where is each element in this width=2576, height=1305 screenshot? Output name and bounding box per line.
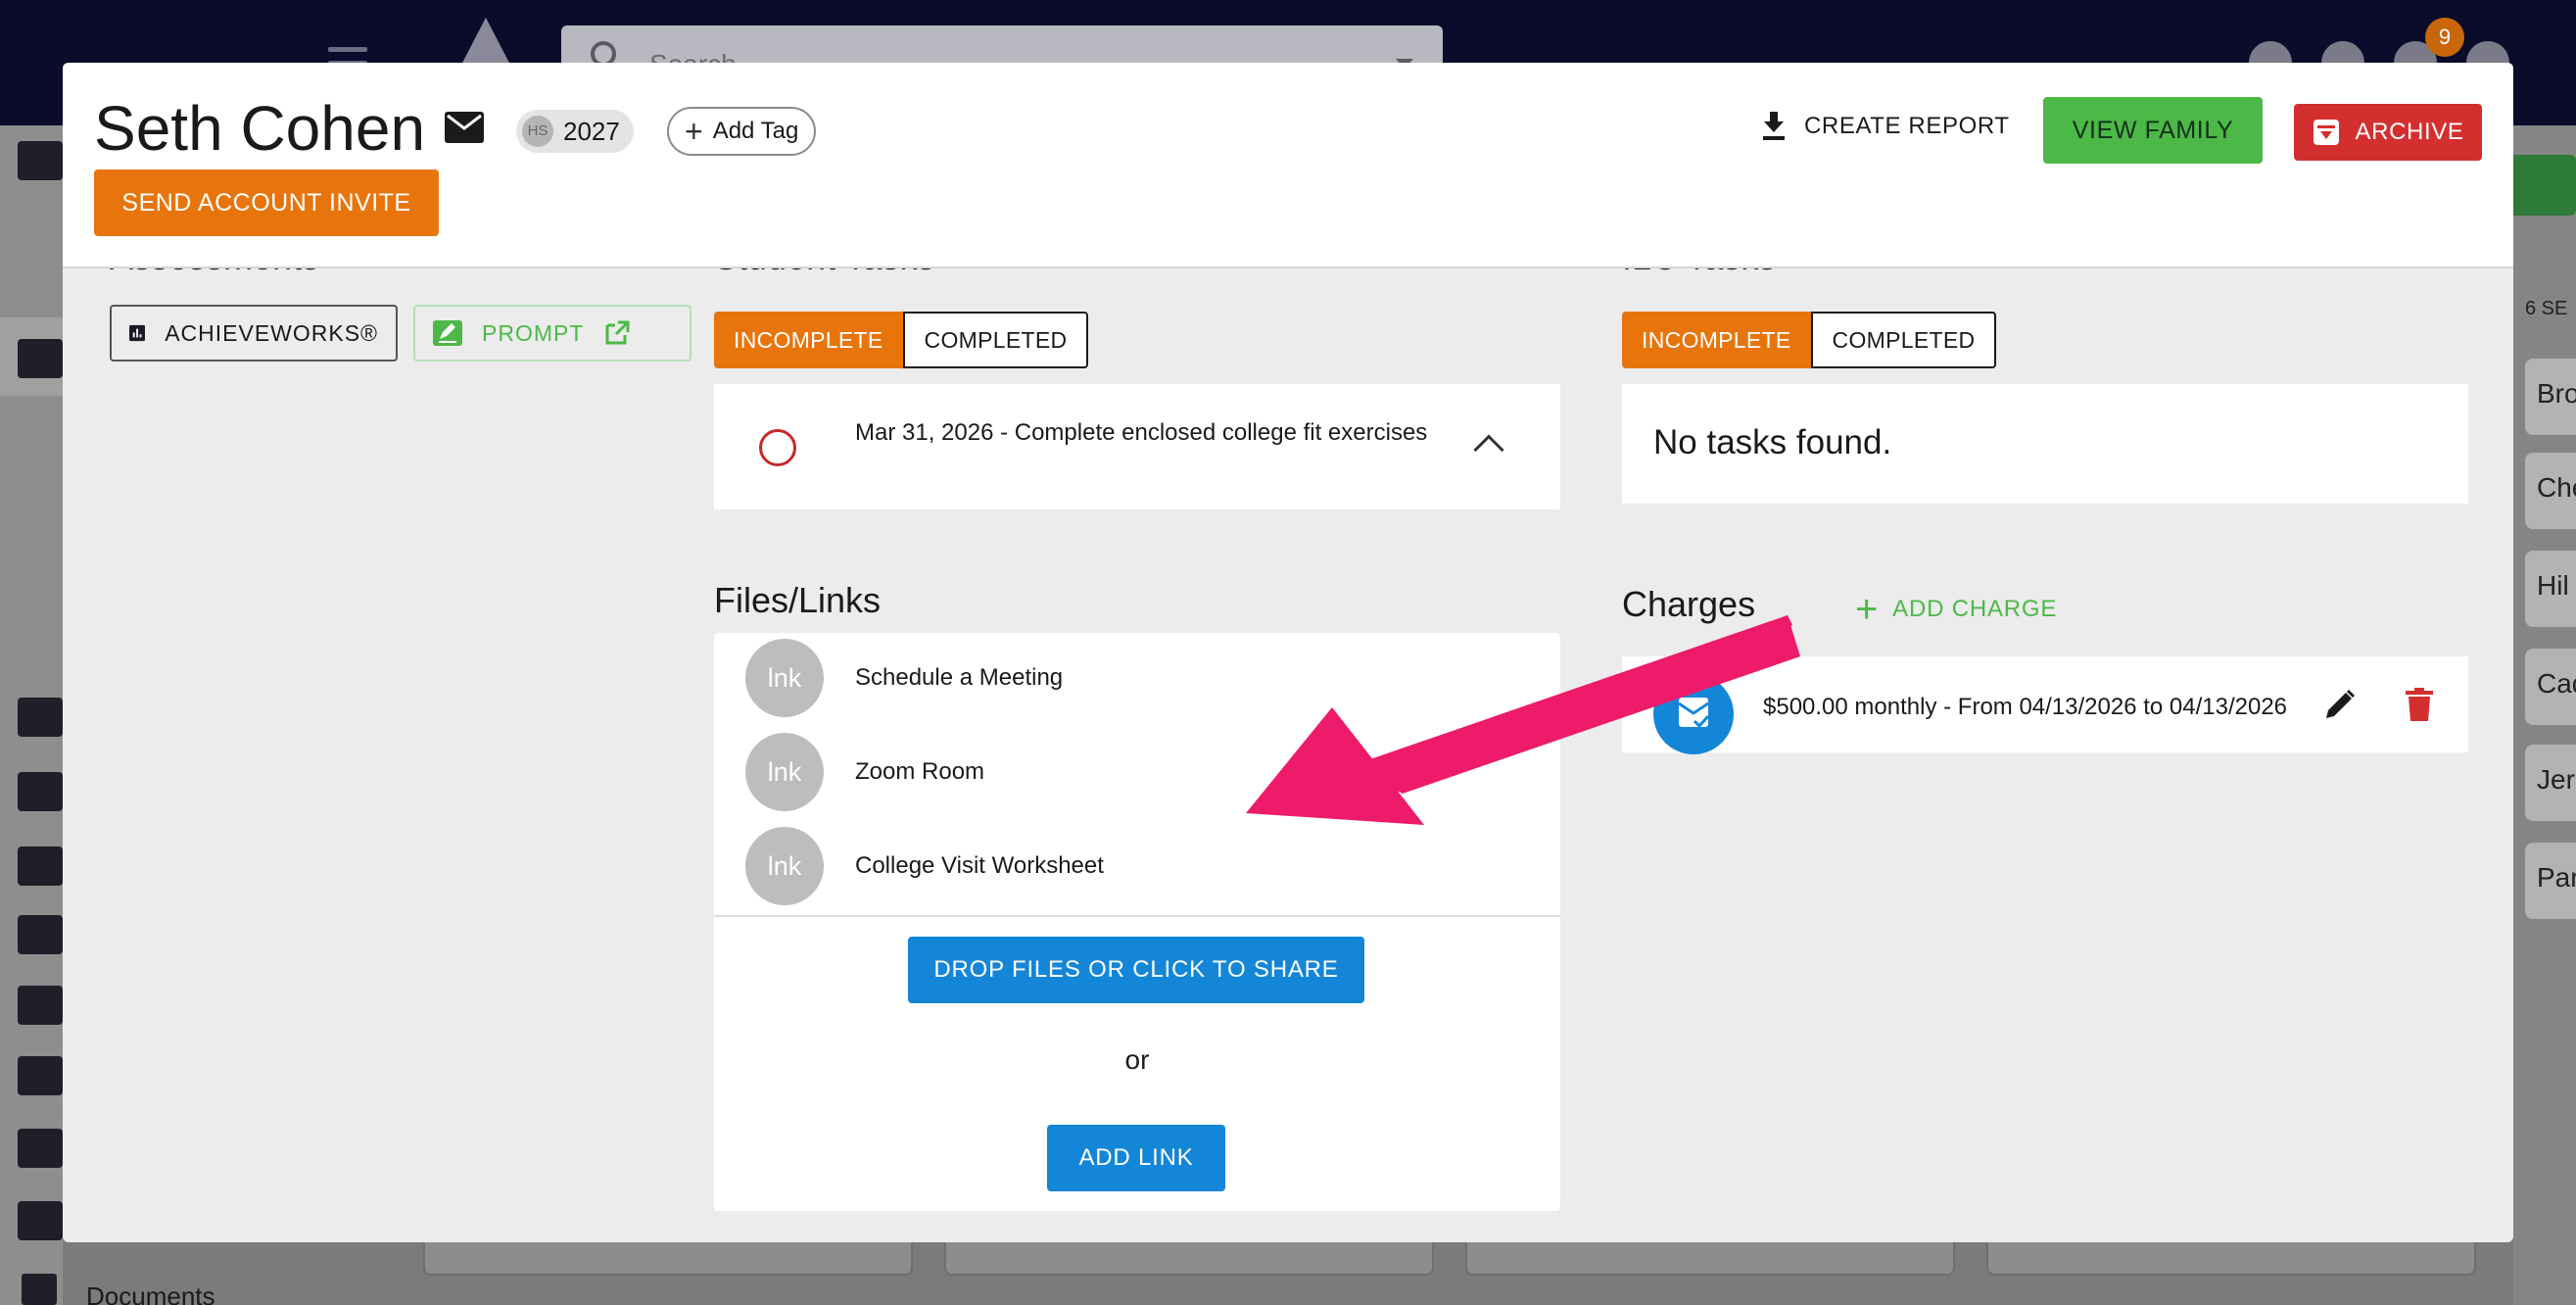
right-panel-item[interactable]: Cad	[2525, 649, 2576, 725]
student-tasks-tabs: INCOMPLETE COMPLETED	[714, 312, 1089, 368]
right-panel-action[interactable]	[2513, 155, 2576, 216]
right-panel-label: 6 SE	[2525, 298, 2568, 319]
drop-files-button[interactable]: DROP FILES OR CLICK TO SHARE	[908, 937, 1364, 1003]
archive-button[interactable]: ARCHIVE	[2294, 104, 2482, 161]
achieveworks-label: ACHIEVEWORKS®	[165, 319, 378, 346]
background-card	[1986, 1240, 2476, 1276]
prompt-label: PROMPT	[482, 319, 585, 346]
right-panel-item[interactable]: Par	[2525, 843, 2576, 919]
app-logo	[460, 18, 511, 67]
trash-icon[interactable]	[2406, 688, 2433, 726]
file-label: Schedule a Meeting	[855, 664, 1064, 691]
tab-incomplete[interactable]: INCOMPLETE	[714, 312, 903, 368]
file-label: College Visit Worksheet	[855, 852, 1104, 879]
ilc-tasks-tabs: INCOMPLETE COMPLETED	[1622, 312, 1997, 368]
pencil-icon[interactable]	[2321, 688, 2357, 728]
app-sidebar	[0, 125, 63, 1305]
download-icon	[1763, 112, 1785, 140]
chip-year: 2027	[563, 116, 620, 146]
background-card	[1465, 1240, 1955, 1276]
right-panel-item[interactable]: Che	[2525, 453, 2576, 529]
ilc-tasks-card: No tasks found.	[1622, 384, 2468, 504]
link-avatar: lnk	[745, 639, 824, 717]
achieveworks-button[interactable]: ACHIEVEWORKS®	[110, 305, 398, 362]
add-charge-button[interactable]: + ADD CHARGE	[1855, 590, 2057, 629]
charge-description: $500.00 monthly - From 04/13/2026 to 04/…	[1763, 694, 2288, 720]
create-report-button[interactable]: CREATE REPORT	[1761, 112, 2010, 141]
sidebar-item-documents[interactable]: Documents	[86, 1281, 215, 1305]
tab-incomplete[interactable]: INCOMPLETE	[1622, 312, 1811, 368]
external-link-icon	[605, 320, 630, 345]
wifi-icon[interactable]	[18, 846, 63, 886]
layers-icon[interactable]	[18, 698, 63, 737]
list-icon[interactable]	[18, 986, 63, 1025]
chevron-up-icon[interactable]	[1473, 434, 1504, 465]
link-avatar: lnk	[745, 827, 824, 905]
background-card	[423, 1240, 913, 1276]
tab-completed[interactable]: COMPLETED	[902, 312, 1089, 368]
add-charge-label: ADD CHARGE	[1892, 596, 2058, 622]
archive-icon	[2313, 120, 2339, 145]
send-account-invite-button[interactable]: SEND ACCOUNT INVITE	[94, 169, 439, 236]
create-report-label: CREATE REPORT	[1804, 113, 2010, 139]
no-tasks-message: No tasks found.	[1653, 423, 1892, 461]
view-family-button[interactable]: VIEW FAMILY	[2043, 97, 2263, 164]
add-link-button[interactable]: ADD LINK	[1047, 1125, 1225, 1191]
plus-icon: +	[685, 114, 703, 149]
link-avatar: lnk	[745, 733, 824, 811]
student-name: Seth Cohen	[94, 93, 426, 164]
or-separator: or	[1124, 1044, 1150, 1075]
mail-icon[interactable]	[445, 112, 484, 148]
school-icon[interactable]	[18, 1201, 63, 1240]
video-icon[interactable]	[18, 1056, 63, 1095]
modal-header: Seth Cohen HS 2027 + Add Tag SEND ACCOUN…	[63, 63, 2513, 268]
files-links-title: Files/Links	[714, 580, 882, 620]
chip-avatar: HS	[522, 116, 553, 147]
task-text: Mar 31, 2026 - Complete enclosed college…	[855, 419, 1428, 446]
merge-icon[interactable]	[18, 1129, 63, 1168]
bar-chart-icon	[129, 324, 146, 342]
task-checkbox[interactable]	[759, 429, 796, 466]
add-tag-button[interactable]: + Add Tag	[667, 107, 817, 156]
right-panel-item[interactable]: Jer	[2525, 745, 2576, 821]
add-tag-label: Add Tag	[712, 118, 799, 144]
students-icon[interactable]	[18, 339, 63, 378]
notification-badge: 9	[2425, 18, 2464, 57]
task-item[interactable]: Mar 31, 2026 - Complete enclosed college…	[714, 384, 1560, 509]
documents-icon[interactable]	[22, 1274, 57, 1305]
divider	[714, 915, 1560, 917]
tab-completed[interactable]: COMPLETED	[1810, 312, 1997, 368]
right-panel-item[interactable]: Hil	[2525, 551, 2576, 627]
right-panel-item[interactable]: Bro	[2525, 359, 2576, 435]
checklist-icon[interactable]	[18, 915, 63, 954]
board-icon[interactable]	[18, 772, 63, 811]
graduation-year-chip[interactable]: HS 2027	[516, 110, 634, 153]
annotation-arrow	[1246, 615, 1800, 825]
archive-label: ARCHIVE	[2355, 119, 2464, 145]
background-card	[944, 1240, 1434, 1276]
edit-note-icon	[433, 320, 462, 346]
plus-icon: +	[1855, 588, 1880, 631]
dashboard-icon[interactable]	[18, 141, 63, 180]
prompt-button[interactable]: PROMPT	[413, 305, 692, 362]
file-label: Zoom Room	[855, 758, 985, 785]
